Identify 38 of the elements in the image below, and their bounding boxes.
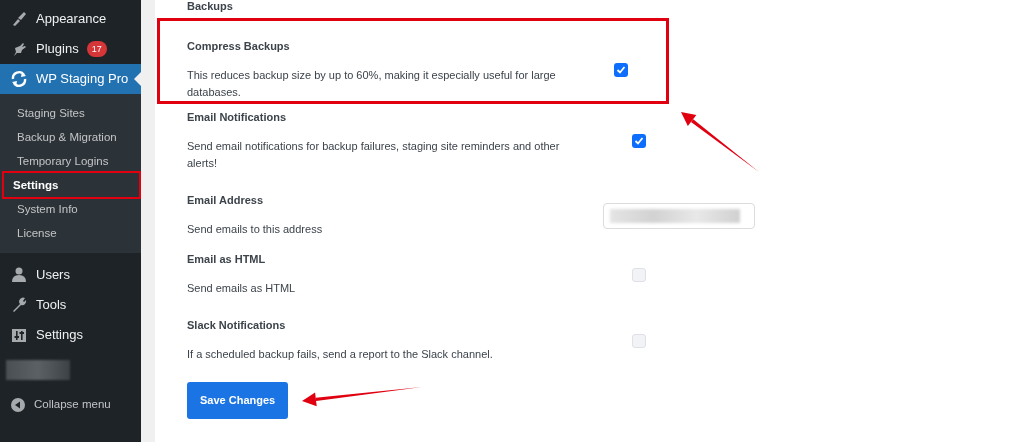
setting-description: If a scheduled backup fails, send a report to the Slack channel. bbox=[187, 347, 494, 362]
setting-label: Email Address bbox=[187, 193, 264, 207]
setting-label: Slack Notifications bbox=[187, 318, 287, 332]
sidebar-item[interactable]: WP Staging Pro bbox=[0, 64, 141, 94]
sidebar-item[interactable]: Tools bbox=[0, 290, 141, 320]
setting-description: Send email notifications for backup failures, staging site reminders and other alerts! bbox=[187, 139, 561, 171]
submenu-item[interactable]: Temporary Logins bbox=[4, 149, 139, 173]
setting-description: Send emails as HTML bbox=[187, 281, 297, 296]
sliders-icon bbox=[10, 326, 28, 344]
submenu-item[interactable]: System Info bbox=[4, 197, 139, 221]
setting-label: Compress Backups bbox=[187, 39, 291, 53]
submenu-item[interactable]: Settings bbox=[4, 173, 139, 197]
checkbox[interactable] bbox=[632, 333, 646, 348]
section-heading: Backups bbox=[187, 0, 234, 12]
count-badge: 17 bbox=[86, 41, 107, 57]
save-button[interactable]: Save Changes bbox=[187, 382, 289, 419]
checkbox[interactable] bbox=[632, 267, 646, 282]
sidebar-item[interactable]: Settings bbox=[0, 320, 141, 350]
collapse-icon bbox=[10, 397, 26, 413]
submenu-item[interactable]: License bbox=[4, 221, 139, 245]
sidebar-item[interactable]: Appearance bbox=[0, 4, 141, 34]
sync-icon bbox=[10, 70, 28, 88]
sidebar-item[interactable]: Users bbox=[0, 260, 141, 290]
setting-label: Email as HTML bbox=[187, 252, 267, 266]
checkbox[interactable] bbox=[632, 134, 646, 148]
redacted-block bbox=[6, 360, 70, 380]
sidebar-item[interactable]: Plugins 17 bbox=[0, 34, 141, 64]
setting-description: This reduces backup size by up to 60%, making it especially useful for large databases. bbox=[187, 68, 557, 100]
current-pointer bbox=[134, 72, 141, 86]
input-field[interactable] bbox=[603, 202, 755, 229]
setting-label: Email Notifications bbox=[187, 110, 288, 124]
submenu-item[interactable]: Staging Sites bbox=[4, 101, 139, 125]
user-icon bbox=[10, 266, 28, 284]
brush-icon bbox=[10, 10, 28, 28]
submenu-item[interactable]: Backup & Migration bbox=[4, 125, 139, 149]
setting-description: Send emails to this address bbox=[187, 222, 324, 237]
collapse-menu-button[interactable]: Collapse menu bbox=[0, 390, 141, 420]
checkbox[interactable] bbox=[614, 63, 628, 77]
